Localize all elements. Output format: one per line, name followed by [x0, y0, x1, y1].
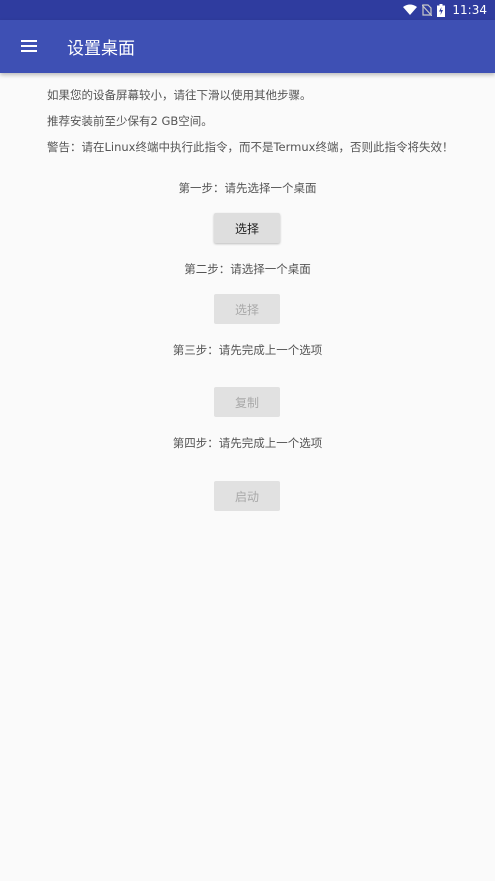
step4-label: 第四步：请先完成上一个选项	[172, 436, 323, 450]
wifi-icon	[403, 4, 418, 16]
step2-select-button[interactable]: 选择	[214, 294, 280, 324]
step2-label: 第二步：请选择一个桌面	[184, 262, 311, 276]
page-title: 设置桌面	[67, 39, 135, 59]
step1-label: 第一步：请先选择一个桌面	[178, 181, 317, 195]
step1-select-button[interactable]: 选择	[214, 213, 280, 243]
step4-launch-button[interactable]: 启动	[214, 481, 280, 511]
info-warning: 警告：请在Linux终端中执行此指令，而不是Termux终端，否则此指令将失效！	[47, 140, 454, 154]
status-time: 11:34	[452, 3, 487, 17]
info-small-screen: 如果您的设备屏幕较小，请往下滑以使用其他步骤。	[47, 88, 312, 102]
status-bar: 11:34	[0, 0, 495, 20]
menu-button[interactable]	[0, 20, 58, 73]
info-space: 推荐安装前至少保有2 GB空间。	[47, 114, 213, 128]
battery-charging-icon	[437, 3, 446, 17]
app-bar: 设置桌面	[0, 20, 495, 73]
no-sim-icon	[422, 4, 433, 16]
step3-copy-button[interactable]: 复制	[214, 387, 280, 417]
menu-icon	[21, 37, 37, 56]
step3-label: 第三步：请先完成上一个选项	[172, 343, 323, 357]
